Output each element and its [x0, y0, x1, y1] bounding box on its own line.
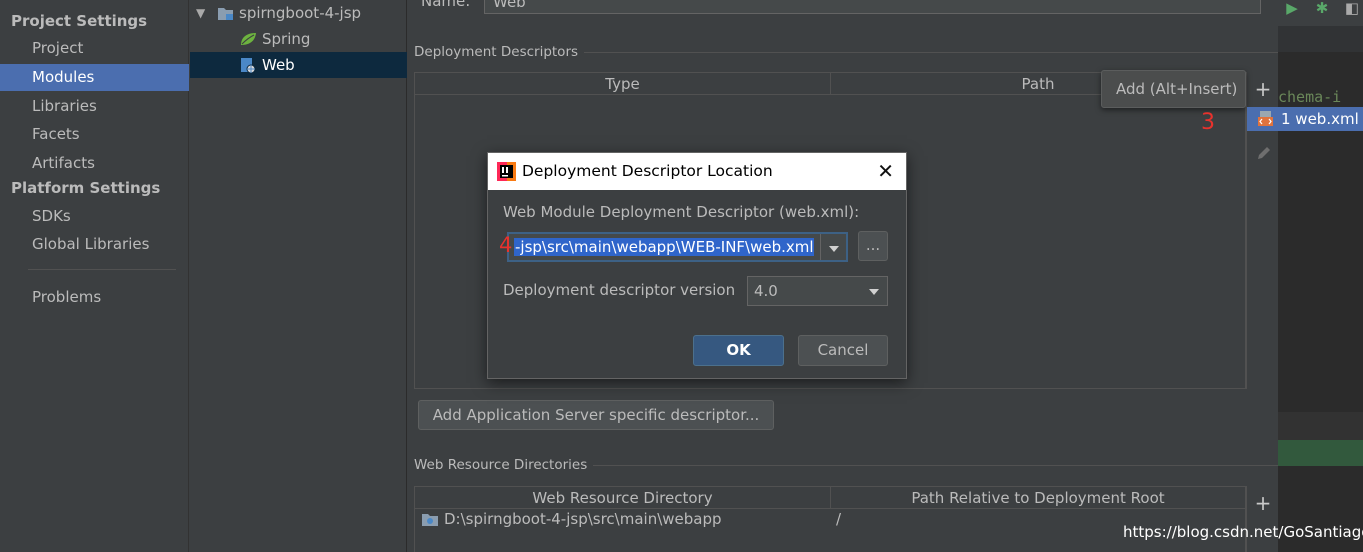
version-select[interactable]: 4.0	[747, 276, 888, 306]
location-combo[interactable]: -jsp\src\main\webapp\WEB-INF\web.xml	[507, 232, 848, 262]
spring-leaf-icon	[241, 33, 256, 45]
column-header-type[interactable]: Type	[415, 73, 830, 95]
tree-spring-label: Spring	[262, 30, 311, 48]
module-folder-icon	[218, 8, 233, 20]
cancel-button[interactable]: Cancel	[798, 335, 888, 366]
group-separator	[593, 465, 1278, 466]
dialog-title-bar: Deployment Descriptor Location ✕	[488, 153, 906, 190]
dialog-title: Deployment Descriptor Location	[522, 162, 773, 180]
editor-highlight-line	[1278, 440, 1363, 466]
sidebar-item-global-libraries[interactable]: Global Libraries	[0, 231, 189, 258]
annotation-step-4: 4	[499, 233, 513, 257]
sidebar-item-problems[interactable]: Problems	[0, 284, 189, 311]
name-input[interactable]: Web	[484, 0, 1261, 14]
version-label: Deployment descriptor version	[503, 281, 736, 299]
settings-sidebar: Project Settings Project Modules Librari…	[0, 0, 189, 552]
browse-button[interactable]: ...	[858, 231, 888, 261]
column-header-web-resource-directory[interactable]: Web Resource Directory	[415, 487, 830, 509]
tree-web-label: Web	[262, 56, 295, 74]
popup-item-label: 1 web.xml	[1281, 110, 1359, 128]
chevron-down-icon[interactable]	[861, 277, 887, 305]
editor-line-band	[1278, 412, 1363, 440]
folder-icon	[422, 514, 438, 526]
collapse-arrow-icon[interactable]: ▼	[196, 0, 205, 26]
project-settings-header: Project Settings	[11, 12, 148, 30]
deployment-descriptors-title: Deployment Descriptors	[414, 44, 579, 60]
sidebar-item-sdks[interactable]: SDKs	[0, 203, 189, 230]
edit-pencil-icon[interactable]	[1255, 144, 1273, 162]
web-resource-directories-table[interactable]: Web Resource Directory Path Relative to …	[414, 486, 1246, 552]
xml-file-icon	[1258, 111, 1273, 126]
web-resource-toolbar: +	[1246, 486, 1278, 552]
version-value: 4.0	[754, 282, 778, 300]
sidebar-item-libraries[interactable]: Libraries	[0, 93, 189, 120]
location-selected-text: -jsp\src\main\webapp\WEB-INF\web.xml	[514, 238, 814, 256]
web-resource-directory-cell: D:\spirngboot-4-jsp\src\main\webapp	[444, 510, 722, 528]
sidebar-item-facets[interactable]: Facets	[0, 121, 189, 148]
run-icon[interactable]: ▶	[1284, 0, 1300, 16]
location-field[interactable]: -jsp\src\main\webapp\WEB-INF\web.xml	[514, 237, 814, 257]
platform-settings-header: Platform Settings	[11, 179, 161, 197]
tree-item-web[interactable]: Web	[190, 52, 407, 78]
group-separator	[584, 52, 1278, 53]
editor-tab-strip	[1278, 26, 1363, 52]
name-label: Name:	[421, 0, 471, 10]
module-tree: ▼ spirngboot-4-jsp Spring Web	[190, 0, 407, 552]
tree-item-spring[interactable]: Spring	[190, 26, 407, 52]
web-facet-icon	[241, 58, 256, 74]
intellij-logo-icon	[497, 162, 516, 181]
web-resource-directories-title: Web Resource Directories	[414, 457, 588, 473]
table-row[interactable]: D:\spirngboot-4-jsp\src\main\webapp /	[415, 509, 1245, 531]
sidebar-divider	[28, 269, 176, 270]
editor-strip: ▶ ✱ ◧ chema-i	[1278, 0, 1363, 552]
ok-button[interactable]: OK	[693, 335, 784, 366]
sidebar-item-artifacts[interactable]: Artifacts	[0, 150, 189, 177]
coverage-icon[interactable]: ◧	[1344, 0, 1360, 16]
chevron-down-icon[interactable]	[820, 234, 846, 260]
deployment-descriptor-location-dialog: Deployment Descriptor Location ✕ Web Mod…	[487, 152, 907, 379]
location-label: Web Module Deployment Descriptor (web.xm…	[503, 203, 860, 221]
code-fragment: chema-i	[1278, 88, 1342, 106]
tree-item-root[interactable]: ▼ spirngboot-4-jsp	[190, 0, 407, 26]
watermark: https://blog.csdn.net/GoSantiago	[1123, 523, 1363, 541]
tree-root-label: spirngboot-4-jsp	[239, 4, 362, 22]
debug-icon[interactable]: ✱	[1314, 0, 1330, 16]
add-icon[interactable]: +	[1248, 490, 1278, 516]
add-icon[interactable]: +	[1248, 76, 1278, 102]
relative-path-cell: /	[836, 510, 842, 528]
annotation-step-3: 3	[1201, 110, 1215, 135]
close-icon[interactable]: ✕	[877, 153, 894, 190]
add-tooltip: Add (Alt+Insert)	[1101, 70, 1246, 108]
sidebar-item-modules[interactable]: Modules	[0, 64, 189, 91]
popup-item-web-xml[interactable]: 1 web.xml	[1247, 107, 1363, 131]
sidebar-item-project[interactable]: Project	[0, 35, 189, 62]
add-server-descriptor-button[interactable]: Add Application Server specific descript…	[418, 400, 774, 430]
column-header-path-relative[interactable]: Path Relative to Deployment Root	[831, 487, 1245, 509]
